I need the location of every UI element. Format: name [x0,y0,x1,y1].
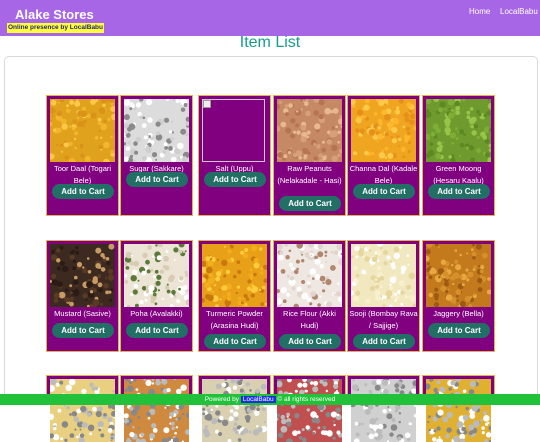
footer-localbabu-link[interactable]: LocalBabu [241,396,276,403]
sooji-photo[interactable] [351,244,416,307]
product-name: Green Moong (Hesaru Kaalu) [424,163,493,186]
item-photo[interactable] [124,379,189,442]
add-to-cart-button[interactable]: Add to Cart [428,323,490,338]
add-to-cart-button[interactable]: Add to Cart [353,334,415,349]
toor-daal-photo[interactable] [50,99,115,162]
product-name: Poha (Avalakki) [122,308,191,320]
product-card: Salt (Uppu)Add to Cart [198,95,271,216]
product-name: Channa Dal (Kadale Bele) [349,163,418,186]
add-to-cart-button[interactable]: Add to Cart [353,184,415,199]
footer: Powered by LocalBabu © all rights reserv… [0,394,540,405]
peanuts-photo[interactable] [277,99,342,162]
product-name: Jaggery (Bella) [424,308,493,320]
sugar-photo[interactable] [124,99,189,162]
product-name: Raw Peanuts (Nelakadale - Hasi) [275,163,344,186]
add-to-cart-button[interactable]: Add to Cart [126,323,188,338]
item-photo[interactable] [351,379,416,442]
product-card: Sugar (Sakkare)Add to Cart [120,95,193,216]
item-photo[interactable] [202,379,267,442]
product-card: Green Moong (Hesaru Kaalu)Add to Cart [422,95,495,216]
item-photo[interactable] [426,379,491,442]
broken-image-glyph-icon [203,100,211,108]
product-card: Rice Flour (Akki Hudi) Add to Cart [273,240,346,352]
turmeric-photo[interactable] [202,244,267,307]
product-name: Sooji (Bombay Rava / Sajjige) [349,308,418,331]
footer-prefix: Powered by [205,396,239,403]
product-card: Sooji (Bombay Rava / Sajjige) Add to Cart [347,240,420,352]
add-to-cart-button[interactable]: Add to Cart [279,334,341,349]
add-to-cart-button[interactable]: Add to Cart [279,196,341,211]
item-photo[interactable] [277,379,342,442]
add-to-cart-button[interactable]: Add to Cart [204,334,266,349]
product-card: Mustard (Sasive) Add to Cart [46,240,119,352]
broken-image-icon [202,99,265,162]
add-to-cart-button[interactable]: Add to Cart [52,184,114,199]
green-moong-photo[interactable] [426,99,491,162]
add-to-cart-button[interactable]: Add to Cart [428,184,490,199]
add-to-cart-button[interactable]: Add to Cart [204,172,266,187]
add-to-cart-button[interactable]: Add to Cart [52,323,114,338]
item-photo[interactable] [50,379,115,442]
mustard-photo[interactable] [50,244,115,307]
rice-flour-photo[interactable] [277,244,342,307]
product-name: Turmeric Powder (Arasina Hudi) [200,308,269,331]
product-name: Toor Daal (Togari Bele) [48,163,117,186]
product-card: Turmeric Powder (Arasina Hudi) Add to Car… [198,240,271,352]
poha-photo[interactable] [124,244,189,307]
footer-suffix: © all rights reserved [277,396,335,403]
product-name: Mustard (Sasive) [48,308,117,320]
product-name: Rice Flour (Akki Hudi) [275,308,344,331]
jaggery-photo[interactable] [426,244,491,307]
product-card: Channa Dal (Kadale Bele)Add to Cart [347,95,420,216]
product-card: Poha (Avalakki) Add to Cart [120,240,193,352]
channa-dal-photo[interactable] [351,99,416,162]
add-to-cart-button[interactable]: Add to Cart [126,172,188,187]
product-card: Raw Peanuts (Nelakadale - Hasi) Add to Ca… [273,95,346,216]
product-card: Toor Daal (Togari Bele)Add to Cart [46,95,119,216]
product-card: Jaggery (Bella) Add to Cart [422,240,495,352]
item-grid: Toor Daal (Togari Bele)Add to CartSugar … [0,0,540,405]
